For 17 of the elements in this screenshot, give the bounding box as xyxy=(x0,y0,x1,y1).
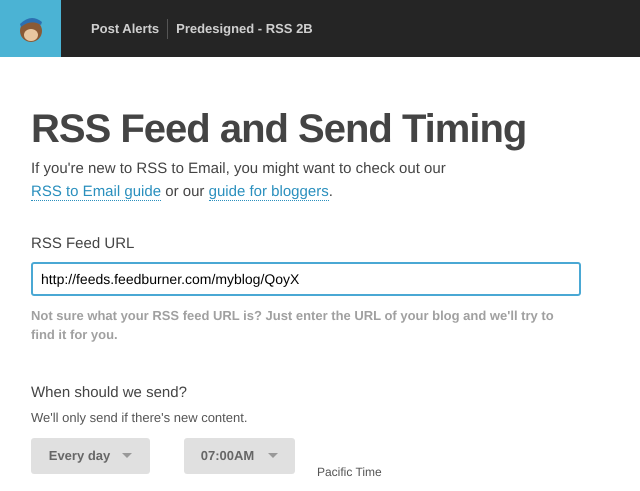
time-dropdown[interactable]: 07:00AM xyxy=(184,438,295,474)
section-heading: When should we send? xyxy=(31,382,188,402)
help-text: Not sure what your RSS feed URL is? Just enter the URL of your blog and we'll try to find it for you. xyxy=(31,306,555,344)
page-title: RSS Feed and Send Timing xyxy=(31,106,528,153)
feed-url-field[interactable]: http://feeds.feedburner.com/myblog/QoyX xyxy=(31,262,581,296)
logo-tile[interactable] xyxy=(0,0,61,57)
section-note: We'll only send if there's new content. xyxy=(31,409,248,427)
guide-link[interactable]: guide for bloggers xyxy=(208,183,329,201)
timezone-label: Pacific Time xyxy=(317,464,382,480)
caret-icon xyxy=(122,453,132,458)
field-label: RSS Feed URL xyxy=(31,234,136,254)
intro-text: If you're new to RSS to Email, you might want to check out our RSS to Email guide or our guide for bloggers. xyxy=(31,159,447,203)
caret-icon xyxy=(268,453,278,458)
breadcrumb-link[interactable]: Post Alerts xyxy=(91,18,160,38)
breadcrumb-link[interactable]: Predesigned - RSS 2B xyxy=(176,18,313,38)
frequency-dropdown[interactable]: Every day xyxy=(31,438,150,474)
guide-link[interactable]: RSS to Email guide xyxy=(31,183,162,201)
